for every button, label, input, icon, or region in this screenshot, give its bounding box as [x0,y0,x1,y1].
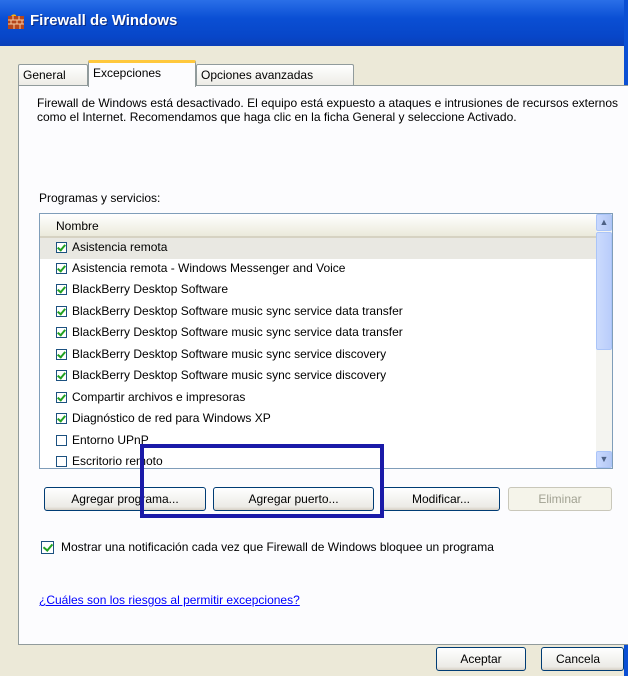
list-item[interactable]: Asistencia remota - Windows Messenger an… [40,259,596,280]
checkbox[interactable] [56,284,67,295]
list-item-label: BlackBerry Desktop Software music sync s… [72,347,387,361]
modify-button[interactable]: Modificar... [382,487,500,511]
checkbox[interactable] [56,392,67,403]
checkbox[interactable] [56,327,67,338]
scroll-up-icon[interactable]: ▲ [596,214,612,231]
list-item-label: BlackBerry Desktop Software music sync s… [72,368,387,382]
list-item-label: Diagnóstico de red para Windows XP [72,411,271,425]
window-title: Firewall de Windows [30,12,178,29]
tab-opciones-avanzadas[interactable]: Opciones avanzadas [196,64,354,86]
list-item-label: Compartir archivos e impresoras [72,390,246,404]
list-item-label: BlackBerry Desktop Software [72,282,229,296]
firewall-brick-icon [8,14,24,29]
list-item[interactable]: Compartir archivos e impresoras [40,388,596,409]
list-item[interactable]: BlackBerry Desktop Software music sync s… [40,302,596,323]
list-item-label: BlackBerry Desktop Software music sync s… [72,304,403,318]
list-item[interactable]: BlackBerry Desktop Software [40,280,596,301]
list-item-label: Asistencia remota [72,240,168,254]
checkbox[interactable] [56,435,67,446]
checkbox[interactable] [56,306,67,317]
vertical-scrollbar[interactable]: ▲ ▼ [596,214,612,468]
list-item[interactable]: Diagnóstico de red para Windows XP [40,409,596,430]
list-item[interactable]: BlackBerry Desktop Software music sync s… [40,323,596,344]
firewall-status-description: Firewall de Windows está desactivado. El… [37,96,618,124]
firewall-dialog: Firewall de Windows General Excepciones … [0,0,628,676]
list-item-label: Entorno UPnP [72,433,149,447]
list-item-label: Asistencia remota - Windows Messenger an… [72,261,346,275]
tab-excepciones[interactable]: Excepciones [88,60,196,87]
column-header-label: Nombre [56,219,99,233]
list-item[interactable]: Asistencia remota [40,238,596,259]
scroll-down-icon[interactable]: ▼ [596,451,612,468]
programs-list[interactable]: Nombre Asistencia remota Asistencia remo… [39,213,613,469]
checkbox[interactable] [56,242,67,253]
notify-label: Mostrar una notificación cada vez que Fi… [61,540,494,554]
checkbox[interactable] [56,456,67,467]
scroll-thumb[interactable] [596,232,612,350]
highlight-annotation [140,444,384,518]
ok-button[interactable]: Aceptar [436,647,526,671]
notify-checkbox[interactable] [41,541,54,554]
list-item[interactable]: BlackBerry Desktop Software music sync s… [40,345,596,366]
programs-list-label: Programas y servicios: [39,191,161,205]
checkbox[interactable] [56,370,67,381]
title-bar[interactable]: Firewall de Windows [0,0,628,46]
column-header-nombre[interactable]: Nombre [40,214,596,238]
checkbox[interactable] [56,413,67,424]
cancel-button[interactable]: Cancela [541,647,624,671]
tab-general[interactable]: General [18,64,88,86]
checkbox[interactable] [56,263,67,274]
list-item-label: BlackBerry Desktop Software music sync s… [72,325,403,339]
risks-link[interactable]: ¿Cuáles son los riesgos al permitir exce… [39,593,300,607]
checkbox[interactable] [56,349,67,360]
delete-button[interactable]: Eliminar [508,487,612,511]
list-item[interactable]: BlackBerry Desktop Software music sync s… [40,366,596,387]
